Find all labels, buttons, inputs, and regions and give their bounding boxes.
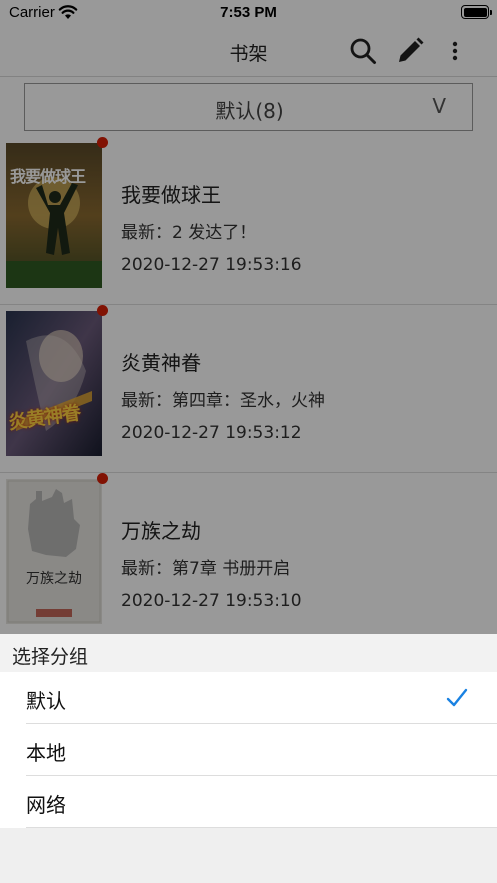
sheet-title: 选择分组 <box>12 646 89 668</box>
group-option-list: 默认 本地 网络 <box>0 672 497 828</box>
group-option-default[interactable]: 默认 <box>0 672 497 724</box>
group-option-network[interactable]: 网络 <box>0 776 497 828</box>
group-picker-sheet: 选择分组 默认 本地 网络 <box>0 634 497 883</box>
group-option-label: 网络 <box>26 793 66 817</box>
sheet-header: 选择分组 <box>0 634 497 672</box>
group-option-label: 本地 <box>26 741 66 765</box>
sheet-footer <box>0 828 497 883</box>
group-option-label: 默认 <box>26 689 66 713</box>
checkmark-icon <box>445 686 469 710</box>
group-option-local[interactable]: 本地 <box>0 724 497 776</box>
